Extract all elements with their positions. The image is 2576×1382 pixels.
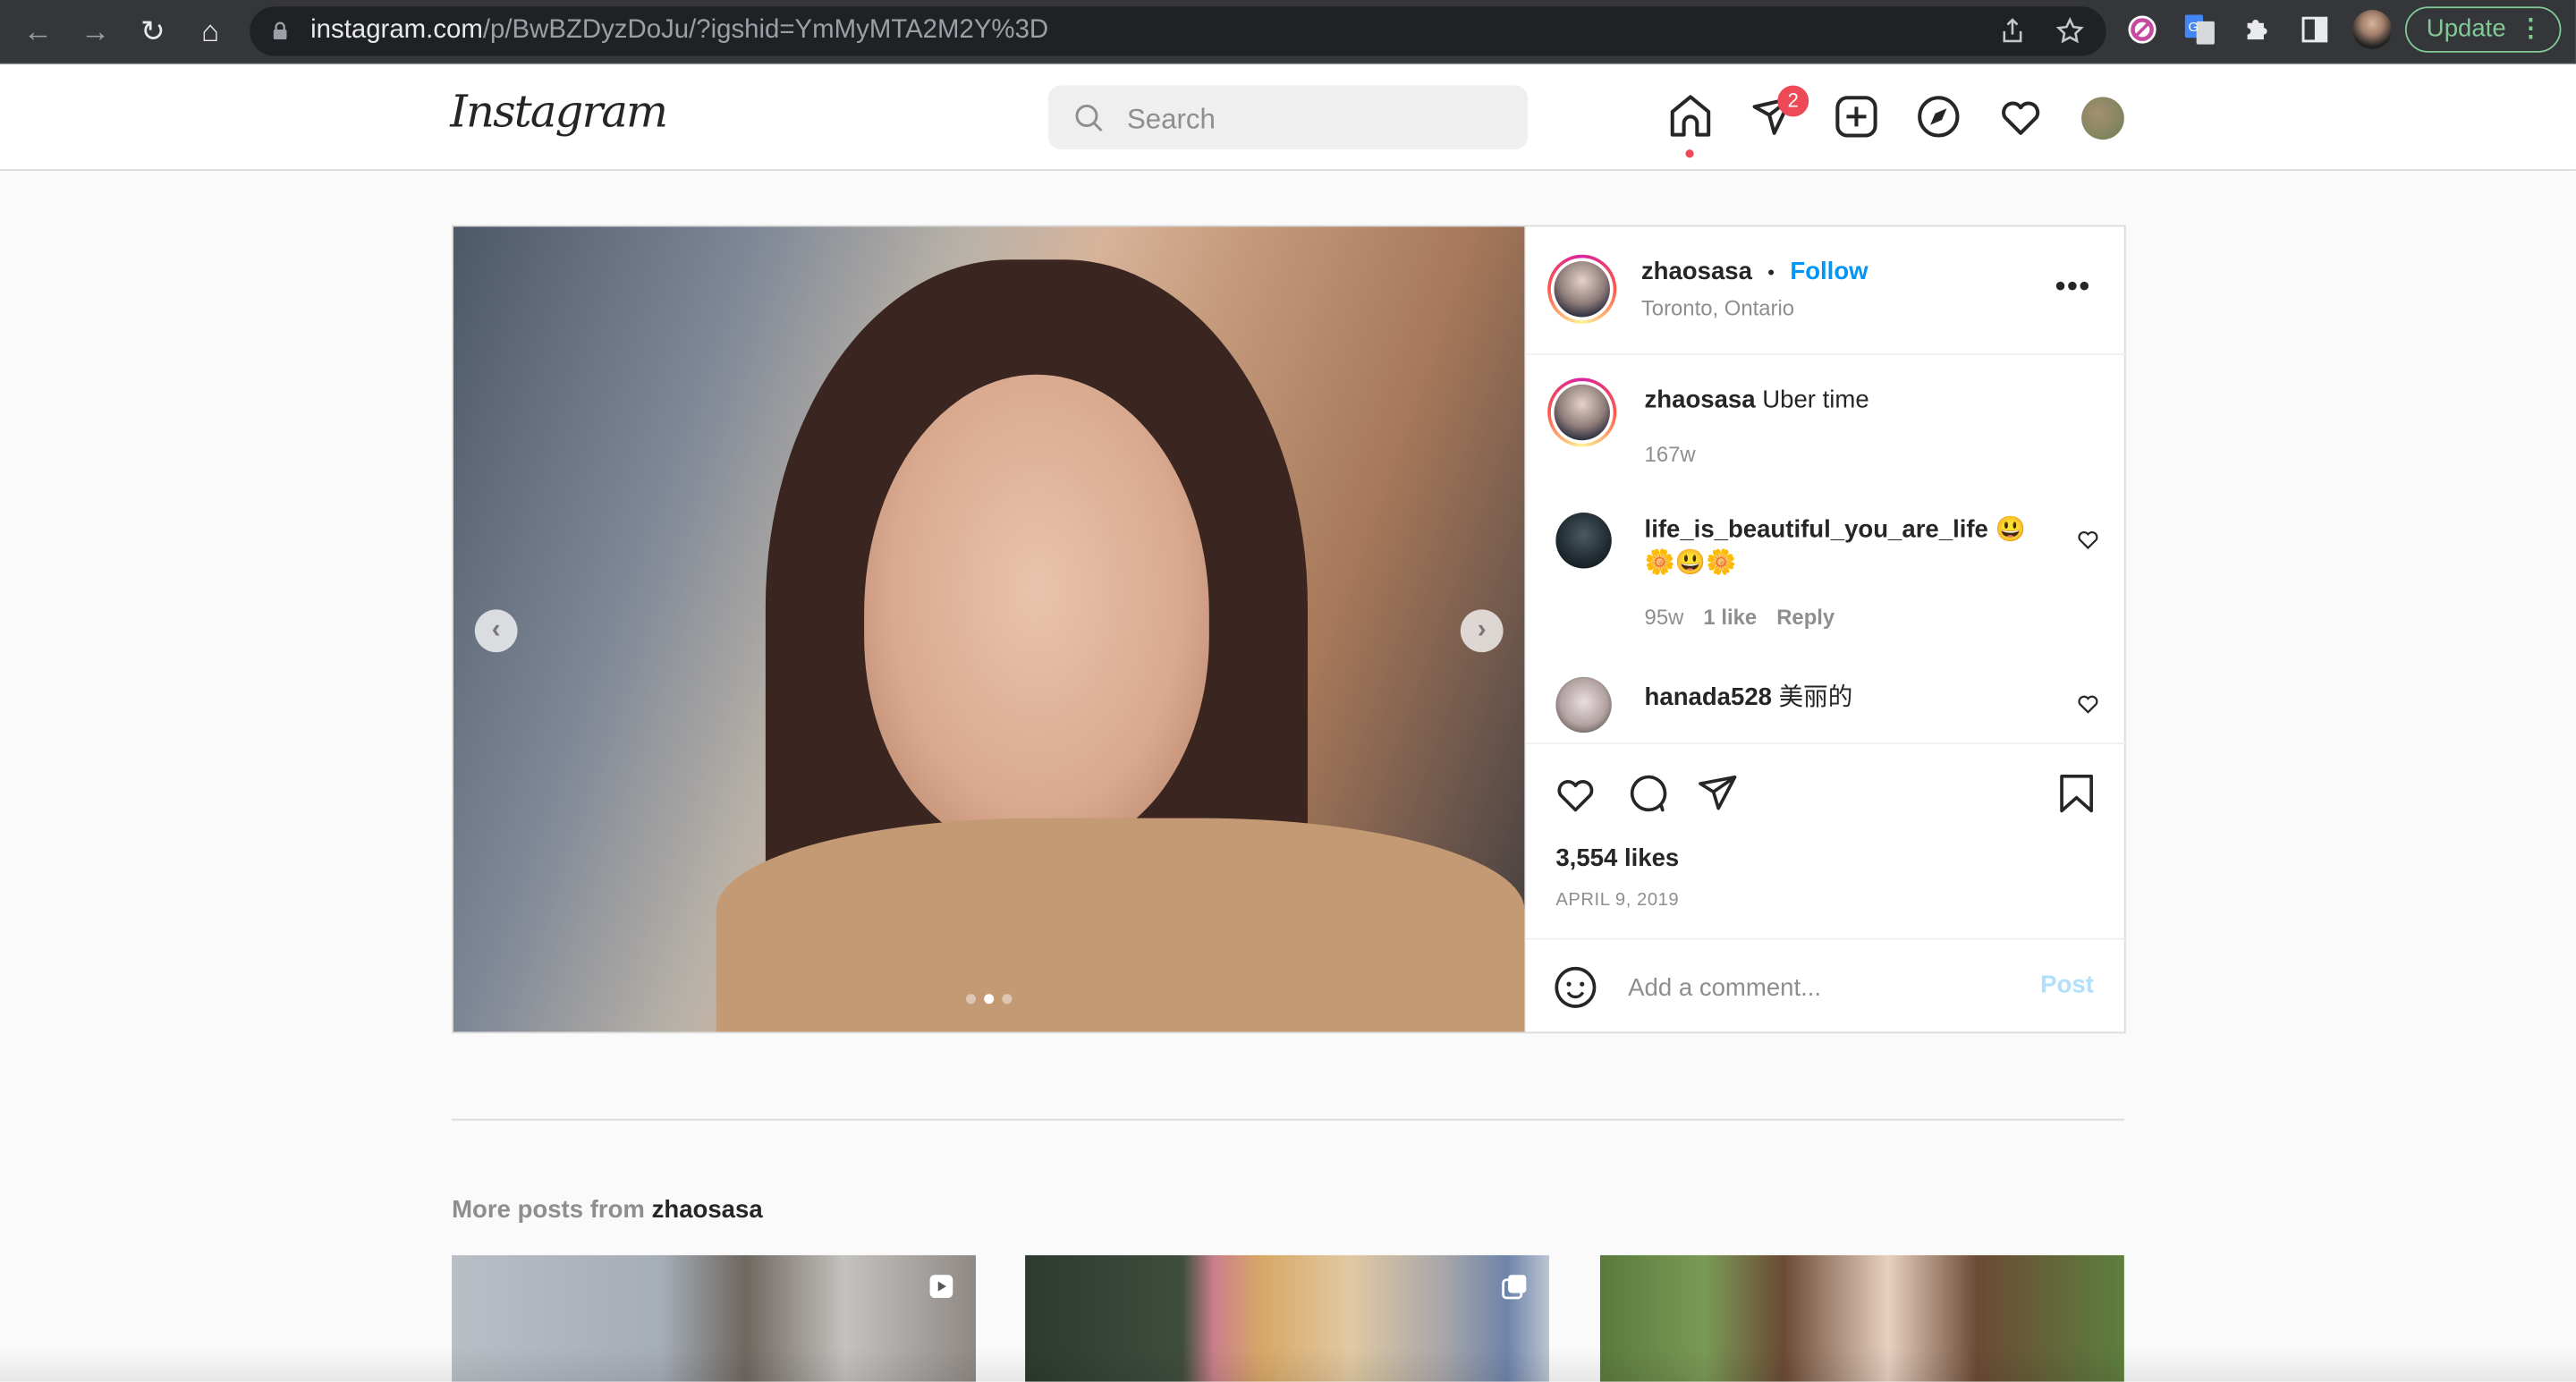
messages-badge: 2 xyxy=(1777,85,1809,117)
post-date: APRIL 9, 2019 xyxy=(1555,890,1680,911)
search-icon xyxy=(1075,104,1103,132)
activity-heart-icon[interactable] xyxy=(1997,94,2043,140)
back-button[interactable]: ← xyxy=(20,13,55,49)
side-panel-icon[interactable] xyxy=(2299,13,2332,47)
dot-separator: • xyxy=(1767,261,1775,284)
caption-text: zhaosasa Uber time xyxy=(1644,386,1869,414)
svg-text:G: G xyxy=(2188,21,2198,35)
star-icon[interactable] xyxy=(2055,16,2085,46)
instagram-header: Instagram 2 xyxy=(0,64,2576,172)
home-button[interactable]: ⌂ xyxy=(192,13,228,49)
forward-button[interactable]: → xyxy=(77,13,113,49)
comments-list: zhaosasa Uber time 167w life_is_beautifu… xyxy=(1526,355,2125,742)
comment-meta: 95w 1 like Reply xyxy=(1644,604,1835,630)
carousel-next-button[interactable]: › xyxy=(1460,609,1504,653)
post-location[interactable]: Toronto, Ontario xyxy=(1641,296,1794,321)
extensions-puzzle-icon[interactable] xyxy=(2241,13,2274,47)
comment-text: hanada528 美丽的 xyxy=(1644,683,1853,712)
carousel-dot-3 xyxy=(1002,994,1013,1005)
comment-like-heart-icon[interactable] xyxy=(2077,691,2100,715)
author-username[interactable]: zhaosasa xyxy=(1641,258,1752,285)
browser-toolbar: ← → ↻ ⌂ instagram.com/p/BwBZDyzDoJu/?igs… xyxy=(0,0,2576,64)
author-avatar[interactable] xyxy=(1547,254,1617,324)
caption-avatar[interactable] xyxy=(1547,377,1617,447)
post-photo[interactable]: ‹ › xyxy=(453,226,1525,1032)
follow-button[interactable]: Follow xyxy=(1790,258,1868,285)
comment-bubble-icon[interactable] xyxy=(1626,772,1669,815)
reply-button[interactable]: Reply xyxy=(1776,605,1835,630)
post-comment-button[interactable]: Post xyxy=(2040,971,2094,998)
lock-icon xyxy=(273,21,287,40)
search-input[interactable] xyxy=(1123,85,1509,153)
carousel-prev-button[interactable]: ‹ xyxy=(474,609,518,653)
section-divider xyxy=(452,1118,2124,1121)
like-heart-icon[interactable] xyxy=(1555,772,1597,815)
address-bar[interactable]: instagram.com/p/BwBZDyzDoJu/?igshid=YmMy… xyxy=(250,6,2106,56)
photo-face-shape xyxy=(864,374,1209,852)
update-button[interactable]: Update ⋮ xyxy=(2404,6,2562,53)
carousel-multiple-icon xyxy=(1502,1275,1527,1300)
comment-avatar[interactable] xyxy=(1555,513,1612,569)
url-text: instagram.com/p/BwBZDyzDoJu/?igshid=YmMy… xyxy=(310,16,1049,45)
carousel-dot-1 xyxy=(965,994,976,1005)
likes-count[interactable]: 3,554 likes xyxy=(1555,844,1679,872)
comment-input[interactable] xyxy=(1624,962,2010,1013)
share-icon[interactable] xyxy=(1997,16,2027,46)
carousel-dot-2-active xyxy=(984,994,995,1005)
emoji-smiley-icon[interactable] xyxy=(1555,966,1597,1009)
more-posts-username[interactable]: zhaosasa xyxy=(652,1196,763,1224)
reload-button[interactable]: ↻ xyxy=(135,13,171,49)
more-options-icon[interactable]: ••• xyxy=(2055,269,2091,304)
comment-likes[interactable]: 1 like xyxy=(1703,605,1757,630)
explore-compass-icon[interactable] xyxy=(1916,94,1962,140)
comment-text: life_is_beautiful_you_are_life 😃 🌼😃🌼 xyxy=(1644,515,2026,577)
window-bottom-shadow xyxy=(0,1347,2576,1382)
instagram-logo[interactable]: Instagram xyxy=(450,87,668,138)
browser-window: ← → ↻ ⌂ instagram.com/p/BwBZDyzDoJu/?igs… xyxy=(0,0,2576,1382)
user-profile-avatar[interactable] xyxy=(2081,97,2124,140)
more-posts-heading: More posts from zhaosasa xyxy=(452,1196,763,1225)
blocker-extension-icon[interactable] xyxy=(2126,13,2159,47)
kebab-menu-icon: ⋮ xyxy=(2518,14,2544,43)
reel-icon xyxy=(929,1275,953,1298)
save-bookmark-icon[interactable] xyxy=(2055,772,2098,815)
post-actions: 3,554 likes APRIL 9, 2019 xyxy=(1526,742,2126,939)
home-icon[interactable] xyxy=(1667,94,1713,140)
new-post-icon[interactable] xyxy=(1834,94,1879,140)
add-comment-bar: Post xyxy=(1526,937,2126,1034)
profile-avatar[interactable] xyxy=(2352,10,2393,50)
post-sidebar: zhaosasa • Follow Toronto, Ontario ••• z… xyxy=(1524,226,2126,1034)
caption-time: 167w xyxy=(1644,442,1696,467)
post-header: zhaosasa • Follow Toronto, Ontario ••• xyxy=(1526,226,2126,355)
photo-coat-shape xyxy=(716,818,1525,1032)
search-box[interactable] xyxy=(1047,85,1529,153)
home-active-indicator xyxy=(1685,149,1694,158)
comment-like-heart-icon[interactable] xyxy=(2077,528,2100,551)
translate-extension-icon[interactable]: G xyxy=(2183,13,2216,47)
share-paper-plane-icon[interactable] xyxy=(1697,772,1740,815)
comment-avatar[interactable] xyxy=(1555,676,1612,733)
post-card: ‹ › zhaosasa • Follow Toronto, Ontario •… xyxy=(452,225,2126,1034)
